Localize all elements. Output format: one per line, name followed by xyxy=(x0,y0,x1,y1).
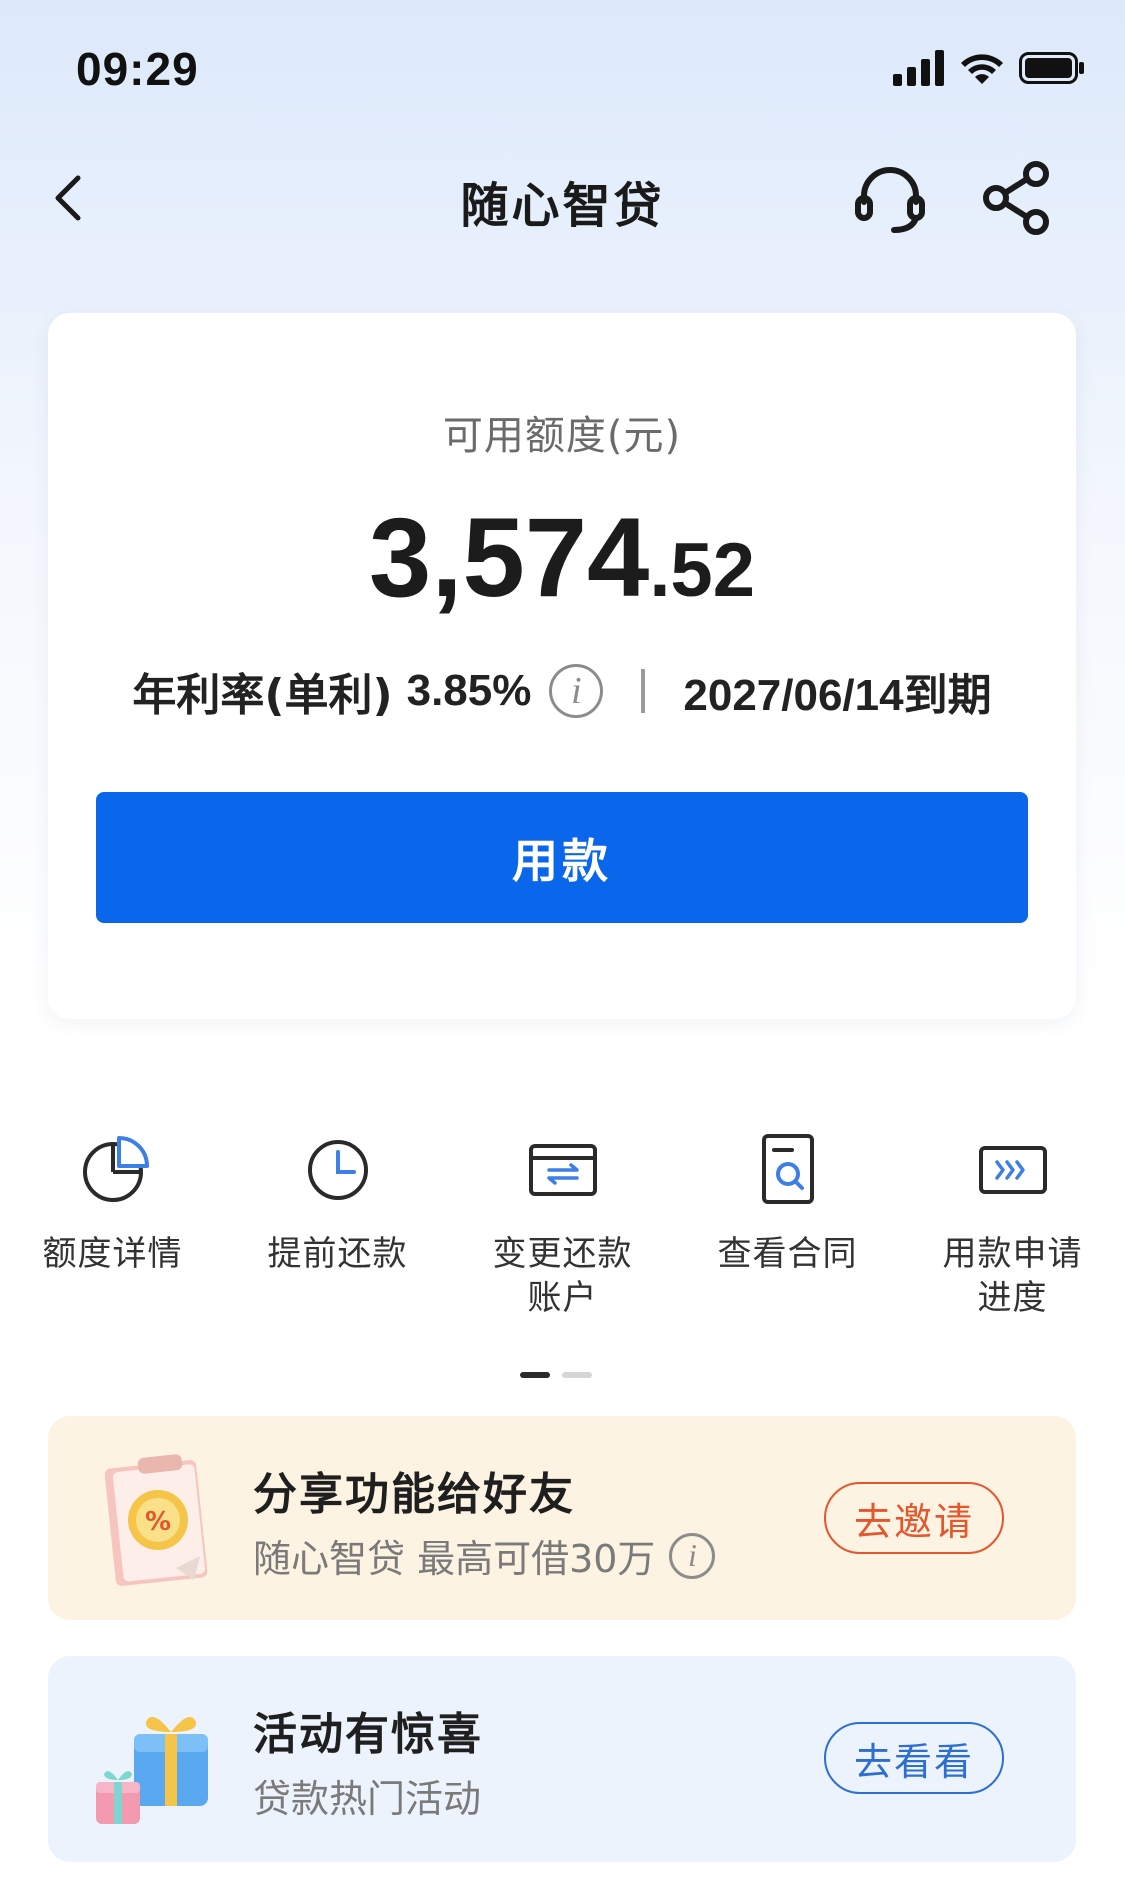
document-search-icon xyxy=(761,1134,814,1204)
invite-button[interactable]: 去邀请 xyxy=(824,1482,1004,1554)
action-label: 用款申请 进度 xyxy=(942,1234,1083,1318)
share-promo-card: % 分享功能给好友 随心智贷 最高可借30万 i 去邀请 xyxy=(48,1416,1076,1620)
activity-promo-title: 活动有惊喜 xyxy=(253,1709,483,1760)
share-promo-subtitle: 随心智贷 最高可借30万 i xyxy=(253,1528,716,1583)
discount-clipboard-icon: % xyxy=(104,1454,208,1586)
page-indicator xyxy=(520,1372,592,1378)
quick-actions: 额度详情 提前还款 变更还款 账户 查看合同 用款申请 进度 xyxy=(0,1130,1125,1330)
card-swap-icon xyxy=(528,1144,597,1196)
action-application-progress[interactable]: 用款申请 进度 xyxy=(900,1130,1125,1320)
status-bar: 09:29 xyxy=(0,0,1125,130)
pie-chart-icon xyxy=(82,1136,149,1202)
action-label: 额度详情 xyxy=(42,1234,183,1274)
rate-value: 3.85% xyxy=(406,666,532,715)
credit-card: 可用额度(元) 3,574.52 年利率(单利) 3.85% i 2027/06… xyxy=(48,313,1076,1019)
progress-arrows-icon xyxy=(978,1146,1047,1194)
amount-integer: 3,574 xyxy=(369,495,650,620)
amount-decimal: .52 xyxy=(649,528,755,613)
share-promo-subtitle-text: 随心智贷 最高可借30万 xyxy=(253,1537,656,1581)
customer-service-button[interactable] xyxy=(850,158,930,238)
nav-bar: 随心智贷 xyxy=(0,140,1125,260)
page-title: 随心智贷 xyxy=(460,178,665,234)
action-label: 变更还款 账户 xyxy=(492,1234,633,1318)
action-early-repayment[interactable]: 提前还款 xyxy=(225,1130,450,1276)
activity-promo-card: 活动有惊喜 贷款热门活动 去看看 xyxy=(48,1656,1076,1862)
view-activity-button[interactable]: 去看看 xyxy=(824,1722,1004,1794)
share-promo-title: 分享功能给好友 xyxy=(253,1469,575,1520)
status-time: 09:29 xyxy=(76,43,199,95)
share-info-icon[interactable]: i xyxy=(669,1532,716,1579)
wifi-icon xyxy=(961,54,1003,84)
activity-promo-subtitle: 贷款热门活动 xyxy=(253,1777,482,1821)
action-change-account[interactable]: 变更还款 账户 xyxy=(450,1130,675,1320)
pager-dot xyxy=(562,1372,592,1378)
action-label: 查看合同 xyxy=(717,1234,858,1274)
headset-icon xyxy=(855,167,925,233)
available-credit-label: 可用额度(元) xyxy=(442,413,682,459)
rate-label: 年利率(单利) xyxy=(132,670,393,721)
cellular-signal-icon xyxy=(893,50,944,86)
status-icons xyxy=(893,50,1085,86)
use-funds-button[interactable]: 用款 xyxy=(96,792,1028,923)
battery-icon xyxy=(1019,52,1084,84)
due-date: 2027/06/14到期 xyxy=(683,671,992,720)
action-credit-details[interactable]: 额度详情 xyxy=(0,1130,225,1276)
share-button[interactable] xyxy=(978,158,1058,238)
gift-box-icon xyxy=(96,1716,208,1824)
share-icon xyxy=(983,161,1049,235)
action-label: 提前还款 xyxy=(267,1234,408,1274)
clock-icon xyxy=(307,1140,368,1200)
rate-info-icon[interactable]: i xyxy=(549,664,604,718)
available-credit-amount: 3,574.52 xyxy=(48,493,1076,622)
svg-text:%: % xyxy=(145,1507,171,1537)
rate-row: 年利率(单利) 3.85% i 2027/06/14到期 xyxy=(80,658,1044,724)
action-view-contract[interactable]: 查看合同 xyxy=(675,1130,900,1276)
divider xyxy=(641,669,646,713)
pager-dot-active xyxy=(520,1372,550,1378)
